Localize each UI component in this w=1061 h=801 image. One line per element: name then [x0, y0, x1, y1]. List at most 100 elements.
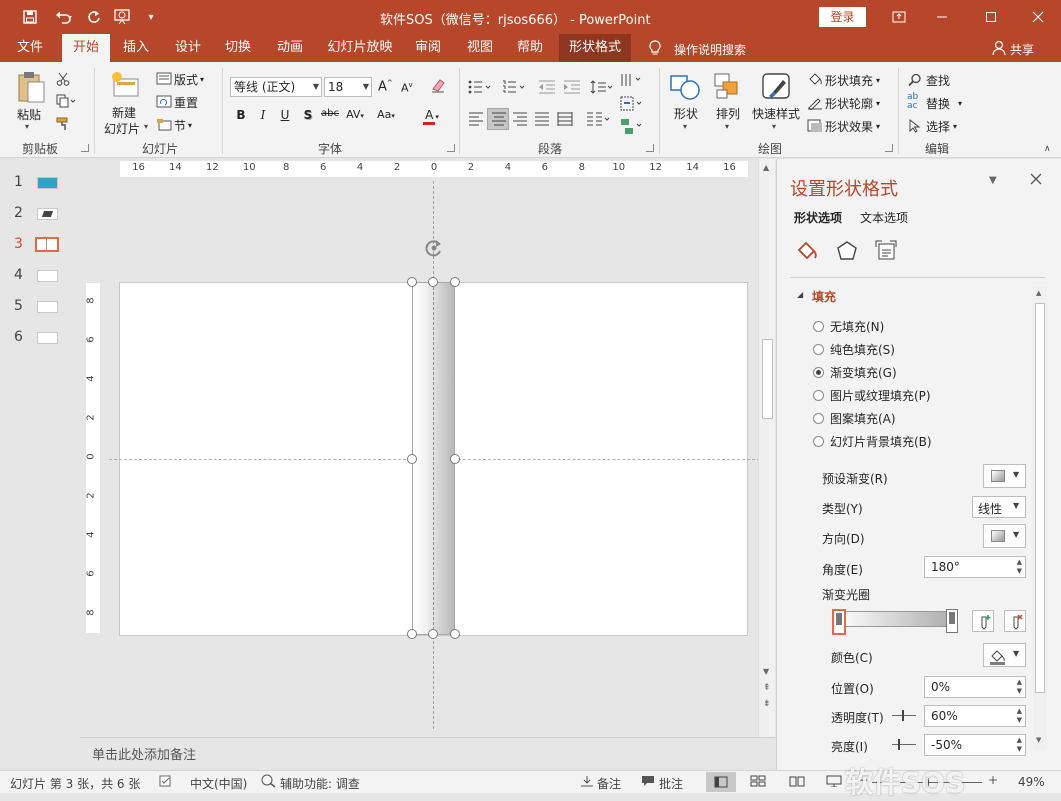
brightness-slider[interactable] — [892, 739, 916, 750]
accessibility-status[interactable]: 辅助功能: 调查 — [280, 775, 360, 792]
editor-scrollbar[interactable]: ▲ ▼ ⇞ ⇟ — [758, 159, 775, 737]
reading-view-icon[interactable] — [789, 775, 805, 790]
layout-button[interactable]: 版式 ▾ — [174, 71, 204, 88]
shadow-icon[interactable]: S — [299, 108, 317, 122]
align-right-icon[interactable] — [512, 112, 528, 129]
increase-indent-icon[interactable] — [563, 80, 581, 97]
clipboard-launcher-icon[interactable] — [81, 144, 89, 152]
copy-icon[interactable] — [56, 94, 76, 111]
scroll-down-icon[interactable]: ▼ — [1036, 736, 1041, 744]
scroll-up-icon[interactable]: ▲ — [1036, 289, 1041, 297]
scroll-up-icon[interactable]: ▲ — [763, 163, 769, 172]
color-picker-button[interactable]: ▼ — [983, 643, 1026, 667]
new-slide-label[interactable]: 新建 — [112, 104, 136, 121]
character-spacing-icon[interactable]: AV▾ — [343, 108, 367, 121]
ribbon-display-options-icon[interactable] — [889, 7, 909, 27]
save-icon[interactable] — [20, 7, 40, 27]
scroll-thumb[interactable] — [1035, 303, 1045, 693]
reset-button[interactable]: 重置 — [174, 94, 198, 111]
shapes-button[interactable]: 形状 — [674, 105, 698, 122]
radio-button[interactable] — [813, 344, 824, 355]
tab-shape-options[interactable]: 形状选项 — [794, 209, 842, 226]
quick-styles-dropdown-icon[interactable]: ▾ — [772, 122, 776, 131]
convert-to-smartart-icon[interactable] — [620, 118, 646, 139]
font-name-combo[interactable]: 等线 (正文) ▼ — [230, 77, 322, 97]
spinner-arrows-icon[interactable]: ▲ ▼ — [1017, 707, 1022, 725]
columns-icon[interactable] — [586, 112, 612, 129]
align-center-button[interactable] — [487, 108, 509, 130]
size-properties-icon[interactable] — [875, 240, 897, 265]
scroll-down-icon[interactable]: ▼ — [763, 667, 769, 676]
comments-icon[interactable] — [641, 775, 655, 790]
change-case-icon[interactable]: Aa▾ — [373, 108, 399, 121]
shape-effects-button[interactable]: 形状效果 ▾ — [825, 118, 880, 135]
accessibility-icon[interactable] — [261, 774, 277, 791]
notes-area[interactable]: 单击此处添加备注 — [80, 737, 775, 770]
redo-icon[interactable] — [84, 7, 104, 27]
decrease-font-size-icon[interactable]: Av — [401, 81, 413, 95]
radio-button[interactable] — [813, 413, 824, 424]
tell-me-search[interactable]: 操作说明搜索 — [674, 41, 746, 58]
pane-close-icon[interactable] — [1030, 173, 1042, 188]
underline-icon[interactable]: U — [276, 108, 294, 122]
share-button[interactable]: 共享 — [1010, 41, 1034, 58]
shapes-dropdown-icon[interactable]: ▾ — [683, 122, 687, 131]
tab-view[interactable]: 视图 — [458, 34, 502, 62]
brightness-input[interactable]: -50% ▲ ▼ — [924, 734, 1026, 756]
tab-design[interactable]: 设计 — [166, 34, 210, 62]
notes-toggle[interactable]: 备注 — [597, 775, 621, 792]
slide-thumbnail[interactable] — [37, 332, 58, 344]
slider-thumb[interactable] — [902, 710, 904, 721]
font-launcher-icon[interactable] — [447, 144, 455, 152]
next-slide-icon[interactable]: ⇟ — [763, 699, 771, 709]
tab-review[interactable]: 审阅 — [406, 34, 450, 62]
distributed-icon[interactable] — [557, 112, 573, 129]
tab-transitions[interactable]: 切换 — [216, 34, 260, 62]
increase-font-size-icon[interactable]: A^ — [378, 79, 393, 94]
shape-outline-button[interactable]: 形状轮廓 ▾ — [825, 95, 880, 112]
zoom-slider-thumb[interactable] — [925, 776, 929, 788]
arrange-dropdown-icon[interactable]: ▾ — [725, 122, 729, 131]
italic-icon[interactable]: I — [254, 108, 272, 122]
add-gradient-stop-button[interactable] — [972, 610, 994, 632]
arrange-icon[interactable] — [713, 72, 743, 105]
resize-handle-top-left[interactable] — [407, 277, 417, 287]
collapse-ribbon-icon[interactable]: ∧ — [1044, 144, 1051, 154]
customize-qat-icon[interactable]: ▾ — [144, 7, 158, 27]
radio-solid-fill[interactable]: 纯色填充(S) — [813, 341, 895, 358]
radio-button[interactable] — [813, 321, 824, 332]
tab-animations[interactable]: 动画 — [268, 34, 312, 62]
comments-toggle[interactable]: 批注 — [659, 775, 683, 792]
replace-button[interactable]: 替换 ▾ — [926, 95, 962, 112]
position-input[interactable]: 0% ▲ ▼ — [924, 676, 1026, 698]
slideshow-icon[interactable] — [826, 775, 842, 790]
radio-pattern-fill[interactable]: 图案填充(A) — [813, 410, 896, 427]
zoom-in-icon[interactable]: + — [988, 773, 998, 787]
tab-help[interactable]: 帮助 — [508, 34, 552, 62]
new-slide-label-2[interactable]: 幻灯片 — [104, 120, 140, 137]
slide-counter[interactable]: 幻灯片 第 3 张，共 6 张 — [10, 775, 140, 792]
spinner-arrows-icon[interactable]: ▲ ▼ — [1017, 558, 1022, 576]
align-text-icon[interactable] — [620, 96, 646, 115]
bold-icon[interactable]: B — [232, 108, 250, 122]
quick-styles-icon[interactable] — [761, 72, 791, 105]
strikethrough-icon[interactable]: abc — [319, 108, 341, 119]
resize-handle-top-right[interactable] — [450, 277, 460, 287]
drawing-launcher-icon[interactable] — [885, 144, 893, 152]
rotate-handle-icon[interactable] — [424, 238, 444, 261]
cut-icon[interactable] — [56, 72, 70, 89]
spinner-arrows-icon[interactable]: ▲ ▼ — [1017, 678, 1022, 696]
previous-slide-icon[interactable]: ⇞ — [763, 683, 771, 693]
effects-icon[interactable] — [836, 240, 858, 265]
language-indicator[interactable]: 中文(中国) — [190, 775, 247, 792]
resize-handle-bottom-right[interactable] — [450, 629, 460, 639]
radio-no-fill[interactable]: 无填充(N) — [813, 318, 884, 335]
radio-button[interactable] — [813, 436, 824, 447]
zoom-level[interactable]: 49% — [1018, 775, 1045, 789]
radio-gradient-fill[interactable]: 渐变填充(G) — [813, 364, 897, 381]
preset-gradient-button[interactable]: ▼ — [983, 464, 1026, 488]
resize-handle-bottom-left[interactable] — [407, 629, 417, 639]
format-painter-icon[interactable] — [56, 117, 72, 134]
resize-handle-right[interactable] — [450, 454, 460, 464]
fill-section-header[interactable]: 填充 — [812, 288, 836, 305]
